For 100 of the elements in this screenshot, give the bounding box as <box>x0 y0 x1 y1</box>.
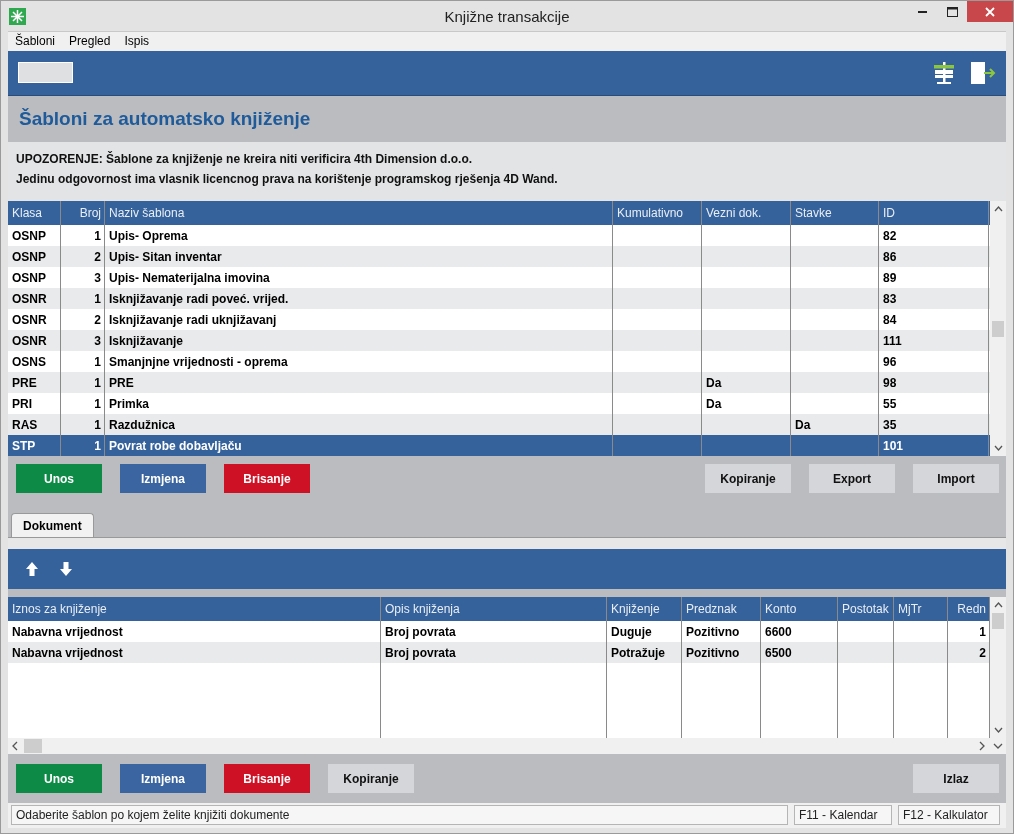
table-cell: Potražuje <box>611 645 665 660</box>
table-cell: 83 <box>883 291 897 306</box>
table-cell: Broj povrata <box>385 624 456 639</box>
action-button[interactable]: Izmjena <box>120 464 206 494</box>
action-button[interactable]: Export <box>809 464 895 494</box>
column-header[interactable]: Opis knjiženja <box>381 597 607 622</box>
minimize-icon <box>917 10 927 13</box>
horizontal-scrollbar[interactable] <box>8 738 1006 755</box>
tab[interactable]: Dokument <box>11 513 94 538</box>
up-arrow-icon[interactable] <box>25 561 39 578</box>
table-cell: 1 <box>94 354 101 369</box>
table-row[interactable]: RAS 1 Razdužnica Da 35 <box>8 414 990 436</box>
table-cell: Upis- Oprema <box>109 228 188 243</box>
table-cell: STP <box>12 438 36 453</box>
table-cell: 96 <box>883 354 897 369</box>
table-cell: RAS <box>12 417 38 432</box>
table-cell: Da <box>706 375 722 390</box>
signpost-icon[interactable] <box>932 60 956 85</box>
table-cell: Upis- Nematerijalna imovina <box>109 270 270 285</box>
column-header[interactable]: Predznak <box>682 597 761 622</box>
table-cell: 1 <box>94 438 101 453</box>
table-row[interactable]: OSNP 1 Upis- Oprema 82 <box>8 225 990 247</box>
section-title: Šabloni za automatsko knjiženje <box>19 108 311 130</box>
scroll-thumb[interactable] <box>24 739 42 754</box>
action-button[interactable]: Izlaz <box>913 764 999 794</box>
table-row[interactable]: OSNR 1 Isknjižavanje radi poveć. vrijed. 83 <box>8 288 990 310</box>
column-header[interactable]: Konto <box>761 597 838 622</box>
table-cell: Isknjižavanje <box>109 333 184 348</box>
table-cell: 35 <box>883 417 897 432</box>
menu-item[interactable]: Šabloni <box>15 34 56 49</box>
table-cell: Upis- Sitan inventar <box>109 249 222 264</box>
table-cell: 89 <box>883 270 897 285</box>
table-cell: 1 <box>94 417 101 432</box>
column-header[interactable]: Iznos za knjiženje <box>8 597 381 622</box>
warning-text: UPOZORENJE: Šablone za knjiženje ne kreira niti verificira 4th Dimension d.o.o. <box>16 152 474 167</box>
action-button[interactable]: Izmjena <box>120 764 206 794</box>
table-row[interactable]: STP 1 Povrat robe dobavljaču 101 <box>8 435 990 457</box>
table-cell: Pozitivno <box>686 645 740 660</box>
column-header[interactable]: Vezni dok. <box>702 201 791 226</box>
action-button[interactable]: Kopiranje <box>705 464 791 494</box>
scroll-thumb[interactable] <box>992 613 1004 630</box>
column-header[interactable]: Klasa <box>8 201 61 226</box>
table-row[interactable]: OSNP 3 Upis- Nematerijalna imovina 89 <box>8 267 990 289</box>
table-cell: PRE <box>12 375 37 390</box>
action-button[interactable]: Brisanje <box>224 764 310 794</box>
action-button[interactable]: Unos <box>16 764 102 794</box>
column-header[interactable]: Stavke <box>791 201 879 226</box>
action-button[interactable]: Import <box>913 464 999 494</box>
column-header[interactable]: Naziv šablona <box>105 201 613 226</box>
table-cell: 1 <box>94 228 101 243</box>
column-header[interactable]: Broj <box>61 201 105 226</box>
down-arrow-icon[interactable] <box>59 561 73 578</box>
menu-item[interactable]: Ispis <box>124 34 150 49</box>
app-icon <box>9 7 26 25</box>
table-cell: Smanjnjne vrijednosti - oprema <box>109 354 288 369</box>
table-cell: 1 <box>94 291 101 306</box>
table-cell: 1 <box>979 624 986 639</box>
vertical-scrollbar[interactable] <box>990 201 1006 457</box>
action-button[interactable]: Unos <box>16 464 102 494</box>
menu-item[interactable]: Pregled <box>69 34 111 49</box>
table-row[interactable]: OSNP 2 Upis- Sitan inventar 86 <box>8 246 990 268</box>
close-button[interactable] <box>967 1 1013 22</box>
table-cell: Da <box>795 417 811 432</box>
table-row[interactable]: PRE 1 PRE Da 98 <box>8 372 990 394</box>
table-cell: Povrat robe dobavljaču <box>109 438 242 453</box>
table-cell: 3 <box>94 333 101 348</box>
table-cell: 101 <box>883 438 904 453</box>
table-cell: Isknjižavanje radi uknjižavanj <box>109 312 277 327</box>
scroll-thumb[interactable] <box>992 321 1004 338</box>
table-cell: 86 <box>883 249 897 264</box>
table-cell: Razdužnica <box>109 417 175 432</box>
vertical-scrollbar[interactable] <box>990 597 1006 739</box>
column-header[interactable]: ID <box>879 201 989 226</box>
column-header[interactable]: Postotak <box>838 597 894 622</box>
table-cell: Isknjižavanje radi poveć. vrijed. <box>109 291 289 306</box>
table-cell: 2 <box>94 249 101 264</box>
table-cell: OSNP <box>12 228 46 243</box>
table-cell: OSNR <box>12 333 47 348</box>
table-cell: Pozitivno <box>686 624 740 639</box>
input-field[interactable] <box>18 62 73 84</box>
exit-icon[interactable] <box>970 60 996 85</box>
table-cell: 6500 <box>765 645 792 660</box>
action-button[interactable]: Kopiranje <box>328 764 414 794</box>
table-row[interactable]: OSNR 2 Isknjižavanje radi uknjižavanj 84 <box>8 309 990 331</box>
table-cell: OSNR <box>12 312 47 327</box>
table-row[interactable]: Nabavna vrijednost Broj povrata Potražuje Pozitivno 6500 2 <box>8 642 990 664</box>
table-cell: 6600 <box>765 624 792 639</box>
table-row[interactable]: OSNR 3 Isknjižavanje 111 <box>8 330 990 352</box>
table-row[interactable]: Nabavna vrijednost Broj povrata Duguje Pozitivno 6600 1 <box>8 621 990 643</box>
status-text: F11 - Kalendar <box>794 805 892 825</box>
table-row[interactable]: PRI 1 Primka Da 55 <box>8 393 990 415</box>
table-row[interactable]: OSNS 1 Smanjnjne vrijednosti - oprema 96 <box>8 351 990 373</box>
table-cell: OSNS <box>12 354 46 369</box>
column-header[interactable]: Knjiženje <box>607 597 682 622</box>
column-header[interactable]: Redn <box>948 597 990 622</box>
maximize-icon <box>946 6 958 17</box>
column-header[interactable]: Kumulativno <box>613 201 702 226</box>
action-button[interactable]: Brisanje <box>224 464 310 494</box>
status-text: Odaberite šablon po kojem želite knjižiti dokumente <box>11 805 788 825</box>
column-header[interactable]: MjTr <box>894 597 948 622</box>
